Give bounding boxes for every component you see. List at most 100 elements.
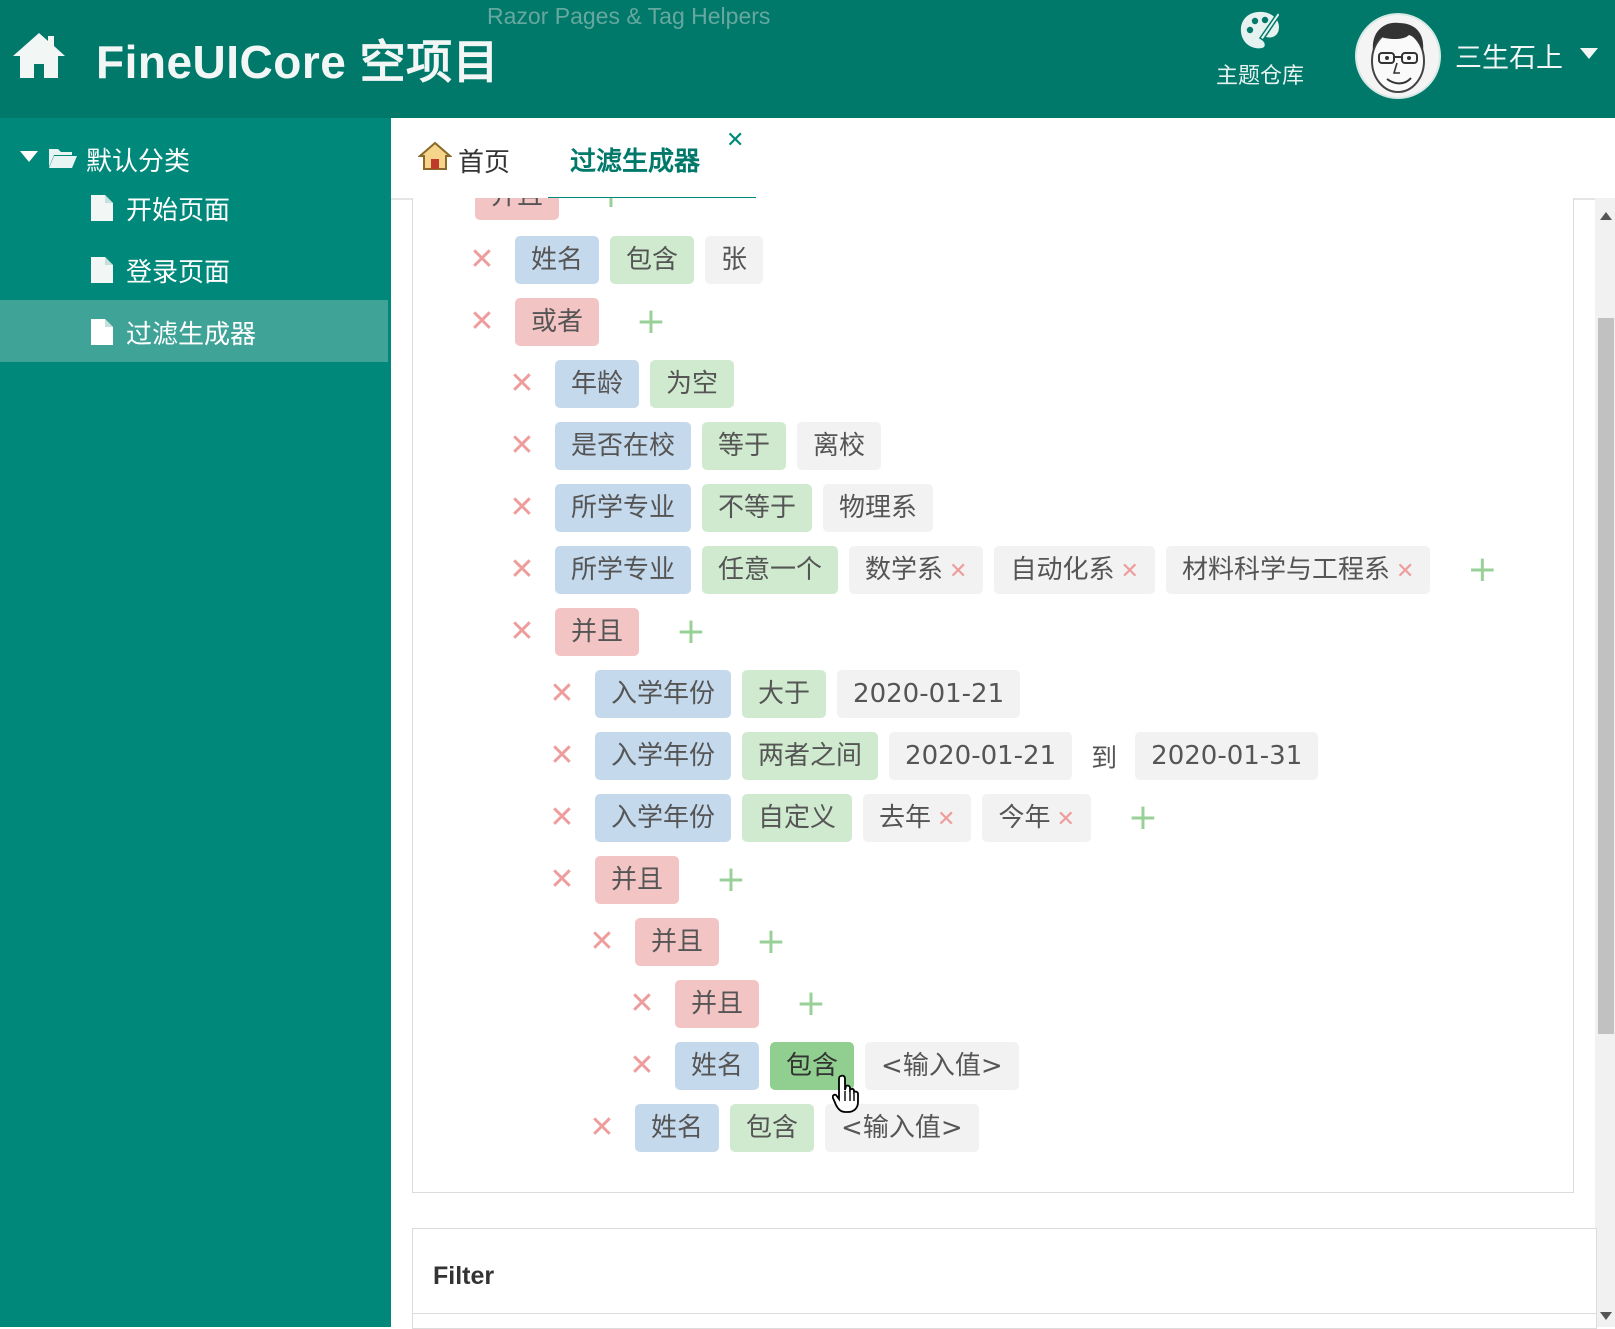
logic-chip[interactable]: 并且 (555, 608, 640, 656)
collapse-caret-icon[interactable] (20, 151, 38, 162)
file-icon (91, 257, 113, 283)
value-chip[interactable]: 物理系 (823, 484, 934, 532)
add-condition-icon[interactable]: + (670, 608, 712, 656)
filter-row: ✕ 入学年份 大于 2020-01-21 (543, 670, 1031, 718)
remove-icon[interactable]: ✕ (503, 608, 541, 656)
add-value-icon[interactable]: + (1122, 794, 1164, 842)
filter-output-title: Filter (433, 1262, 495, 1290)
remove-icon[interactable]: ✕ (623, 980, 661, 1028)
logic-chip[interactable]: 或者 (515, 298, 600, 346)
field-chip[interactable]: 姓名 (635, 1104, 720, 1152)
value-tag[interactable]: 今年 ✕ (982, 794, 1091, 842)
remove-tag-icon[interactable]: ✕ (1396, 559, 1414, 584)
add-condition-icon[interactable]: + (750, 918, 792, 966)
filter-row: ✕ 入学年份 两者之间 2020-01-21 到 2020-01-31 (543, 732, 1329, 780)
field-chip[interactable]: 入学年份 (595, 732, 732, 780)
value-chip[interactable]: 2020-01-21 (889, 732, 1073, 780)
value-chip[interactable]: 离校 (797, 422, 882, 470)
sidebar-item-filter-builder[interactable]: 过滤生成器 (0, 300, 388, 362)
field-chip[interactable]: 入学年份 (595, 794, 732, 842)
remove-icon[interactable]: ✕ (583, 1104, 621, 1152)
operator-chip[interactable]: 包含 (610, 236, 695, 284)
operator-chip[interactable]: 包含 (730, 1104, 815, 1152)
field-chip[interactable]: 姓名 (515, 236, 600, 284)
avatar[interactable] (1355, 13, 1441, 99)
theme-store-button[interactable]: 主题仓库 (1205, 10, 1315, 100)
add-condition-icon[interactable]: + (790, 980, 832, 1028)
remove-icon[interactable]: ✕ (583, 918, 621, 966)
scrollbar-thumb[interactable] (1598, 318, 1614, 1034)
user-menu-caret-icon[interactable] (1580, 48, 1598, 59)
value-chip[interactable]: 张 (705, 236, 764, 284)
operator-chip[interactable]: 任意一个 (702, 546, 839, 594)
value-chip[interactable]: 2020-01-31 (1135, 732, 1319, 780)
sidebar-item-login-page[interactable]: 登录页面 (0, 238, 388, 300)
field-chip[interactable]: 所学专业 (555, 546, 692, 594)
value-tag[interactable]: 材料科学与工程系 ✕ (1165, 546, 1431, 594)
sidebar-item-start-page[interactable]: 开始页面 (0, 176, 388, 238)
field-chip[interactable]: 是否在校 (555, 422, 692, 470)
tag-label: 今年 (998, 803, 1051, 833)
tab-filter-builder[interactable]: 过滤生成器 ✕ (548, 118, 756, 200)
sidebar-group-default[interactable]: 默认分类 (0, 132, 391, 182)
remove-icon[interactable]: ✕ (543, 670, 581, 718)
hand-cursor-icon (832, 1074, 859, 1113)
home-icon[interactable] (10, 30, 68, 82)
operator-chip[interactable]: 两者之间 (742, 732, 879, 780)
remove-icon[interactable]: ✕ (503, 546, 541, 594)
filter-row: ✕ 所学专业 任意一个 数学系 ✕ 自动化系 ✕ 材料科学与工程系 ✕ + (503, 546, 1503, 594)
logic-chip[interactable]: 并且 (675, 980, 760, 1028)
close-icon[interactable]: ✕ (726, 128, 744, 153)
logic-chip[interactable]: 并且 (595, 856, 680, 904)
operator-chip[interactable]: 不等于 (702, 484, 813, 532)
add-value-icon[interactable]: + (1461, 546, 1503, 594)
tab-strip: 首页 过滤生成器 ✕ (391, 118, 1615, 200)
remove-icon[interactable]: ✕ (463, 298, 501, 346)
tab-home[interactable]: 首页 (418, 118, 548, 198)
operator-chip[interactable]: 自定义 (742, 794, 853, 842)
value-input[interactable]: <输入值> (865, 1042, 1019, 1090)
field-chip[interactable]: 所学专业 (555, 484, 692, 532)
tag-label: 数学系 (865, 555, 944, 585)
remove-icon[interactable]: ✕ (463, 236, 501, 284)
add-condition-icon[interactable]: + (710, 856, 752, 904)
field-chip[interactable]: 入学年份 (595, 670, 732, 718)
filter-group-row: ✕ 并且 + (623, 980, 832, 1028)
remove-icon[interactable]: ✕ (543, 856, 581, 904)
value-chip[interactable]: 2020-01-21 (837, 670, 1021, 718)
field-chip[interactable]: 姓名 (675, 1042, 760, 1090)
remove-icon[interactable]: ✕ (543, 732, 581, 780)
sidebar: 默认分类 开始页面 登录页面 过滤生成器 (0, 118, 391, 1327)
remove-icon[interactable]: ✕ (503, 360, 541, 408)
sidebar-item-label: 开始页面 (126, 196, 231, 226)
remove-tag-icon[interactable]: ✕ (949, 559, 967, 584)
file-icon (91, 319, 113, 345)
remove-tag-icon[interactable]: ✕ (937, 807, 955, 832)
operator-chip[interactable]: 为空 (650, 360, 735, 408)
filter-row: ✕ 姓名 包含 <输入值> (623, 1042, 1030, 1090)
remove-icon[interactable]: ✕ (623, 1042, 661, 1090)
add-condition-icon[interactable]: + (630, 298, 672, 346)
remove-icon[interactable]: ✕ (503, 422, 541, 470)
remove-icon[interactable]: ✕ (543, 794, 581, 842)
filter-output-panel: Filter (412, 1228, 1597, 1329)
app-subtitle: Razor Pages & Tag Helpers (487, 3, 771, 29)
filter-group-row: ✕ 或者 + (463, 298, 672, 346)
field-chip[interactable]: 年龄 (555, 360, 640, 408)
filter-row: ✕ 入学年份 自定义 去年 ✕ 今年 ✕ + (543, 794, 1164, 842)
remove-icon[interactable]: ✕ (503, 484, 541, 532)
remove-tag-icon[interactable]: ✕ (1121, 559, 1139, 584)
scroll-up-icon[interactable] (1600, 212, 1612, 220)
logic-chip[interactable]: 并且 (475, 198, 560, 220)
value-tag[interactable]: 自动化系 ✕ (994, 546, 1155, 594)
add-condition-icon[interactable]: + (590, 198, 632, 220)
filter-group-row: ✕ 并且 + (583, 918, 792, 966)
operator-chip[interactable]: 等于 (702, 422, 787, 470)
logic-chip[interactable]: 并且 (635, 918, 720, 966)
value-tag[interactable]: 去年 ✕ (863, 794, 972, 842)
scroll-down-icon[interactable] (1600, 1312, 1612, 1320)
operator-chip[interactable]: 大于 (742, 670, 827, 718)
value-tag[interactable]: 数学系 ✕ (849, 546, 984, 594)
remove-tag-icon[interactable]: ✕ (1057, 807, 1075, 832)
user-name[interactable]: 三生石上 (1455, 36, 1563, 75)
